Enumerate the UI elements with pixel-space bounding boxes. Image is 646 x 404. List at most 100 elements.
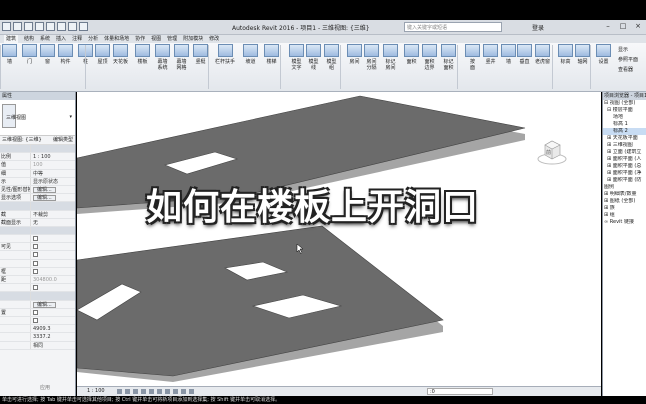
tree-item[interactable]: ⊟ 楼层平面	[603, 107, 646, 114]
tree-item[interactable]: 图例	[603, 184, 646, 191]
property-value[interactable]	[30, 316, 75, 325]
print-icon[interactable]	[57, 22, 66, 31]
tree-item[interactable]: ⊞ 族	[603, 205, 646, 212]
tree-item[interactable]: 标高 2	[603, 128, 646, 135]
property-value[interactable]: 1 : 100	[30, 153, 75, 161]
undo-icon[interactable]	[35, 22, 44, 31]
ribbon-tool-19[interactable]: 标记 房间	[383, 44, 398, 71]
edit-button[interactable]: 编辑...	[33, 301, 56, 308]
tree-item[interactable]: ⊞ 明细表/数量	[603, 191, 646, 198]
maximize-icon[interactable]: □	[617, 22, 629, 32]
property-value[interactable]: 中等	[30, 169, 75, 177]
checkbox[interactable]	[33, 285, 38, 291]
property-value[interactable]	[30, 243, 75, 251]
property-value[interactable]	[30, 259, 75, 267]
tab-4[interactable]: 注释	[72, 35, 82, 43]
edit-button[interactable]: 编辑...	[33, 186, 56, 193]
render-icon[interactable]	[149, 389, 154, 394]
tab-3[interactable]: 插入	[56, 35, 66, 43]
property-value[interactable]: 无	[30, 218, 75, 226]
crop-view-icon[interactable]	[157, 389, 162, 394]
search-input[interactable]: 键入关键字或短语	[404, 22, 502, 32]
ribbon-tool-6[interactable]: 天花板	[113, 44, 128, 65]
edit-button[interactable]: 编辑...	[33, 195, 56, 202]
open-icon[interactable]	[13, 22, 22, 31]
tab-9[interactable]: 管理	[167, 35, 177, 43]
redo-icon[interactable]	[46, 22, 55, 31]
property-value[interactable]: 100	[30, 161, 75, 169]
view-scale[interactable]: 1 : 100	[87, 387, 105, 396]
3d-view-canvas[interactable]: 前	[77, 92, 601, 386]
ribbon-tool-22[interactable]: 标记 面积	[441, 44, 456, 71]
tab-0[interactable]: 建筑	[4, 35, 19, 43]
tree-item[interactable]: ⊞ 图纸 (全部)	[603, 198, 646, 205]
ribbon-tool-17[interactable]: 房间	[347, 44, 362, 65]
ribbon-tool-12[interactable]: 坡道	[243, 44, 258, 65]
minimize-icon[interactable]: –	[602, 22, 614, 32]
sun-path-icon[interactable]	[133, 389, 138, 394]
ribbon-tool-16[interactable]: 模型 组	[324, 44, 339, 71]
checkbox[interactable]	[33, 244, 38, 250]
property-value[interactable]: 相同	[30, 341, 75, 349]
property-value[interactable]: 显示原状态	[30, 177, 75, 185]
checkbox[interactable]	[33, 260, 38, 266]
tab-8[interactable]: 视图	[151, 35, 161, 43]
ribbon-tool-2[interactable]: 窗	[40, 44, 55, 65]
checkbox[interactable]	[33, 317, 38, 323]
tree-item[interactable]: ⊞ 组	[603, 212, 646, 219]
tab-5[interactable]: 分析	[88, 35, 98, 43]
instance-label[interactable]: 三维视图: {三维}	[2, 136, 42, 144]
type-selector[interactable]: 三维视图 ▾	[0, 100, 75, 136]
hide-isolate-icon[interactable]	[181, 389, 186, 394]
ribbon-tool-26[interactable]: 垂直	[517, 44, 532, 65]
tree-item[interactable]: ⊞ 面积平面 (防	[603, 177, 646, 184]
property-value[interactable]	[30, 235, 75, 243]
tree-item[interactable]: 标高 1	[603, 121, 646, 128]
property-value[interactable]	[30, 251, 75, 259]
ribbon-side-link-1[interactable]: 参照平面	[618, 56, 638, 63]
tree-item[interactable]: ⊞ 面积平面 (总	[603, 163, 646, 170]
tab-11[interactable]: 修改	[209, 35, 219, 43]
tree-item[interactable]: ⊞ 面积平面 (人	[603, 156, 646, 163]
3d-view-icon[interactable]	[79, 22, 88, 31]
ribbon-tool-18[interactable]: 房间 分隔	[364, 44, 379, 71]
save-icon[interactable]	[24, 22, 33, 31]
tree-item[interactable]: ⊞ 三维视图	[603, 142, 646, 149]
ribbon-tool-5[interactable]: 屋顶	[95, 44, 110, 65]
ribbon-tool-24[interactable]: 竖井	[483, 44, 498, 65]
ribbon-tool-8[interactable]: 幕墙 系统	[155, 44, 170, 71]
ribbon-tool-13[interactable]: 楼梯	[264, 44, 279, 65]
ribbon-tool-10[interactable]: 竖梃	[193, 44, 208, 65]
reveal-hidden-icon[interactable]	[189, 389, 194, 394]
ribbon-tool-28[interactable]: 标高	[558, 44, 573, 65]
property-value[interactable]: 编辑...	[30, 300, 75, 308]
property-value[interactable]: 编辑...	[30, 194, 75, 202]
property-value[interactable]: 304800.0	[30, 276, 75, 284]
ribbon-side-link-0[interactable]: 显示	[618, 46, 628, 53]
tree-item[interactable]: ⊞ 立面 (建筑立	[603, 149, 646, 156]
property-value[interactable]: 不裁剪	[30, 210, 75, 218]
ribbon-tool-9[interactable]: 幕墙 网格	[174, 44, 189, 71]
view-cube[interactable]: 前	[537, 137, 567, 167]
property-value[interactable]: 3337.2	[30, 333, 75, 341]
ribbon-tool-30[interactable]: 设置	[596, 44, 611, 65]
ribbon-tool-1[interactable]: 门	[22, 44, 37, 65]
revit-logo-icon[interactable]	[2, 22, 11, 31]
edit-type-button[interactable]: 编辑类型	[53, 136, 73, 144]
checkbox[interactable]	[33, 252, 38, 258]
ribbon-tool-25[interactable]: 墙	[501, 44, 516, 65]
tab-10[interactable]: 附加模块	[183, 35, 203, 43]
show-crop-icon[interactable]	[165, 389, 170, 394]
property-value[interactable]	[30, 308, 75, 316]
lock-view-icon[interactable]	[173, 389, 178, 394]
property-value[interactable]: 编辑...	[30, 185, 75, 194]
ribbon-tool-0[interactable]: 墙	[2, 44, 17, 65]
ribbon-tool-7[interactable]: 楼板	[135, 44, 150, 65]
tab-2[interactable]: 系统	[40, 35, 50, 43]
property-value[interactable]	[30, 267, 75, 275]
ribbon-side-link-2[interactable]: 查看器	[618, 66, 633, 73]
detail-level-icon[interactable]	[117, 389, 122, 394]
ribbon-tool-11[interactable]: 栏杆扶手	[215, 44, 235, 65]
property-value[interactable]	[30, 284, 75, 292]
apply-button[interactable]: 应用	[40, 384, 50, 391]
